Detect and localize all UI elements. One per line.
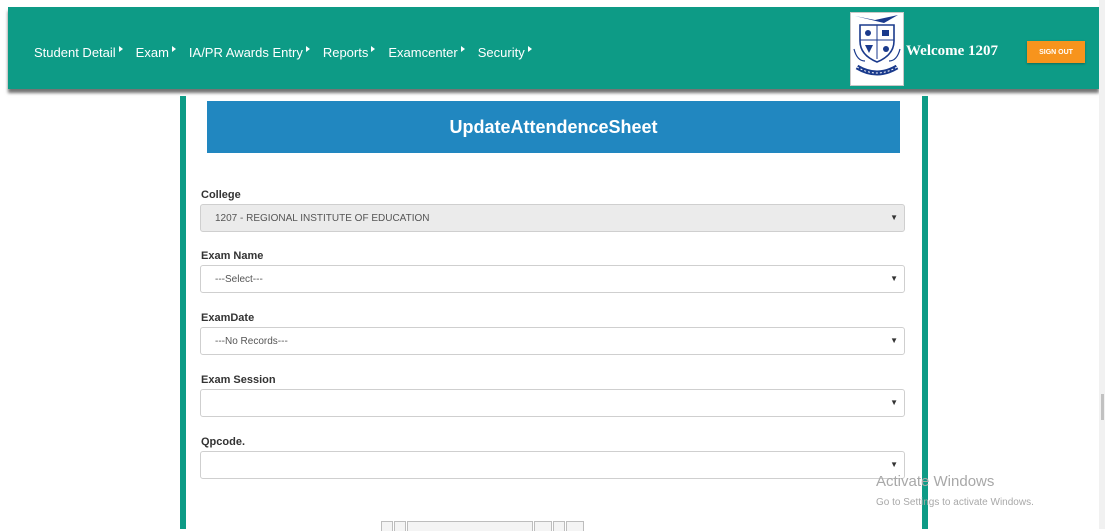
caret-right-icon bbox=[527, 46, 532, 52]
menu-security[interactable]: Security bbox=[478, 45, 532, 60]
exam-name-select-value: ---Select--- bbox=[215, 274, 263, 285]
card-left-border bbox=[180, 96, 186, 529]
first-page-button[interactable] bbox=[381, 521, 393, 531]
menu-examcenter[interactable]: Examcenter bbox=[388, 45, 465, 60]
menu-security-label: Security bbox=[477, 45, 525, 60]
menu-student-detail-label: Student Detail bbox=[34, 45, 116, 60]
exam-date-label: ExamDate bbox=[201, 312, 255, 324]
go-page-button[interactable] bbox=[534, 521, 552, 531]
page-title: UpdateAttendenceSheet bbox=[207, 101, 900, 153]
caret-right-icon bbox=[171, 46, 176, 52]
prev-page-button[interactable] bbox=[394, 521, 406, 531]
pagination-bar bbox=[381, 521, 585, 531]
college-select-value: 1207 - REGIONAL INSTITUTE OF EDUCATION bbox=[215, 213, 430, 224]
caret-right-icon bbox=[460, 46, 465, 52]
scrollbar-thumb[interactable] bbox=[1101, 394, 1104, 420]
main-menu: Student Detail Exam IA/PR Awards Entry R… bbox=[34, 45, 545, 60]
university-seal-logo bbox=[850, 12, 904, 86]
menu-reports[interactable]: Reports bbox=[323, 45, 376, 60]
top-navbar: Student Detail Exam IA/PR Awards Entry R… bbox=[8, 7, 1099, 89]
menu-exam-label: Exam bbox=[135, 45, 169, 60]
dropdown-arrow-icon: ▼ bbox=[890, 274, 898, 283]
menu-student-detail[interactable]: Student Detail bbox=[34, 45, 123, 60]
last-page-button[interactable] bbox=[566, 521, 584, 531]
next-page-button[interactable] bbox=[553, 521, 565, 531]
caret-right-icon bbox=[305, 46, 310, 52]
welcome-text: Welcome 1207 bbox=[906, 43, 999, 59]
caret-right-icon bbox=[371, 46, 376, 52]
dropdown-arrow-icon: ▼ bbox=[890, 398, 898, 407]
college-label: College bbox=[201, 189, 241, 201]
dropdown-arrow-icon: ▼ bbox=[890, 460, 898, 469]
menu-ia-pr-awards-entry-label: IA/PR Awards Entry bbox=[188, 45, 303, 60]
exam-name-label: Exam Name bbox=[201, 250, 264, 262]
exam-session-select[interactable]: ▼ bbox=[200, 389, 905, 417]
sign-out-button[interactable]: SIGN OUT bbox=[1027, 41, 1085, 63]
card-right-border bbox=[922, 96, 928, 529]
menu-exam[interactable]: Exam bbox=[136, 45, 176, 60]
menu-reports-label: Reports bbox=[322, 45, 369, 60]
menu-ia-pr-awards-entry[interactable]: IA/PR Awards Entry bbox=[189, 45, 310, 60]
qpcode-label: Qpcode. bbox=[201, 436, 246, 448]
activate-windows-subtitle: Go to Settings to activate Windows. bbox=[876, 497, 1034, 508]
page-number-input[interactable] bbox=[407, 521, 533, 531]
dropdown-arrow-icon: ▼ bbox=[890, 213, 898, 222]
menu-examcenter-label: Examcenter bbox=[388, 45, 458, 60]
exam-session-label: Exam Session bbox=[201, 374, 276, 386]
caret-right-icon bbox=[118, 46, 123, 52]
page-scrollbar[interactable] bbox=[1099, 0, 1105, 529]
college-select[interactable]: 1207 - REGIONAL INSTITUTE OF EDUCATION ▼ bbox=[200, 204, 905, 232]
dropdown-arrow-icon: ▼ bbox=[890, 336, 898, 345]
exam-name-select[interactable]: ---Select--- ▼ bbox=[200, 265, 905, 293]
qpcode-select[interactable]: ▼ bbox=[200, 451, 905, 479]
exam-date-select[interactable]: ---No Records--- ▼ bbox=[200, 327, 905, 355]
activate-windows-title: Activate Windows bbox=[876, 473, 995, 490]
exam-date-select-value: ---No Records--- bbox=[215, 336, 288, 347]
